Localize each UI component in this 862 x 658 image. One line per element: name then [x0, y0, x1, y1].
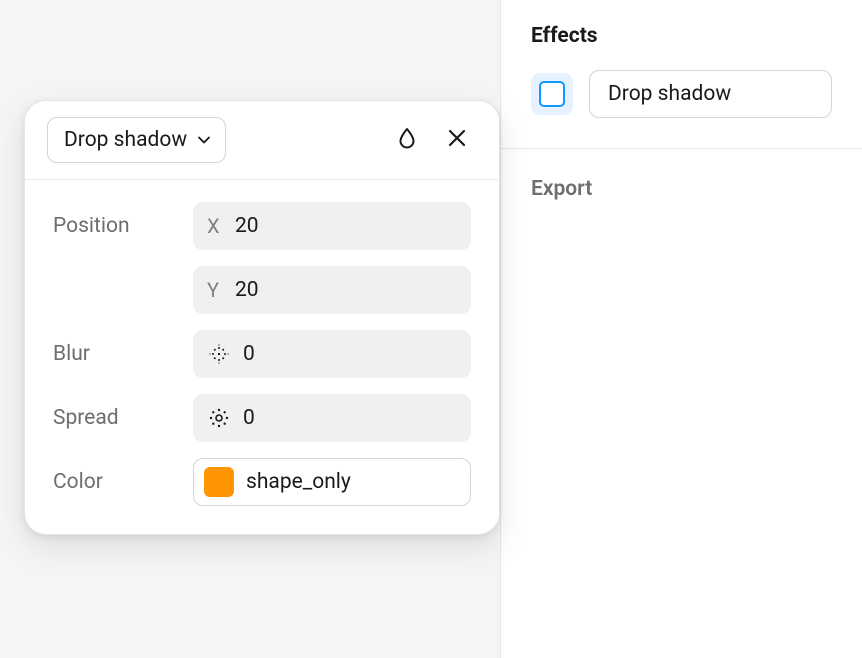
effect-type-select[interactable]: Drop shadow: [47, 117, 226, 163]
position-x-row: Position X 20: [53, 202, 471, 250]
droplet-icon: [395, 126, 419, 154]
effect-name-label: Drop shadow: [608, 82, 731, 106]
color-row: Color shape_only: [53, 458, 471, 506]
blur-row: Blur 0: [53, 330, 471, 378]
blur-icon: [207, 343, 231, 365]
close-popover-button[interactable]: [437, 120, 477, 160]
effects-row: Drop shadow: [531, 70, 832, 118]
effect-style-checkbox[interactable]: [531, 73, 573, 115]
export-section[interactable]: Export: [501, 149, 862, 229]
close-icon: [446, 127, 468, 153]
popover-body: Position X 20 Y 20 Blur: [25, 180, 499, 534]
color-swatch: [204, 467, 234, 497]
blur-label: Blur: [53, 342, 193, 366]
effect-name-field[interactable]: Drop shadow: [589, 70, 832, 118]
spread-icon: [207, 407, 231, 429]
blur-value: 0: [243, 342, 255, 366]
color-input[interactable]: shape_only: [193, 458, 471, 506]
color-label: Color: [53, 470, 193, 494]
blend-mode-button[interactable]: [387, 120, 427, 160]
chevron-down-icon: [197, 133, 211, 147]
position-y-prefix: Y: [207, 278, 223, 302]
spread-label: Spread: [53, 406, 193, 430]
blur-input[interactable]: 0: [193, 330, 471, 378]
effects-title: Effects: [531, 24, 832, 48]
checkbox-square-icon: [539, 81, 565, 107]
effect-settings-popover: Drop shadow Position X 20: [24, 100, 500, 535]
position-label: Position: [53, 214, 193, 238]
spread-input[interactable]: 0: [193, 394, 471, 442]
effect-type-label: Drop shadow: [64, 128, 187, 152]
spread-row: Spread 0: [53, 394, 471, 442]
position-y-row: Y 20: [53, 266, 471, 314]
position-y-value: 20: [235, 278, 259, 302]
position-x-value: 20: [235, 214, 259, 238]
position-y-input[interactable]: Y 20: [193, 266, 471, 314]
right-panel: Effects Drop shadow Export: [500, 0, 862, 658]
color-value-label: shape_only: [246, 470, 351, 494]
position-x-prefix: X: [207, 214, 223, 238]
spread-value: 0: [243, 406, 255, 430]
export-title: Export: [531, 177, 832, 201]
position-x-input[interactable]: X 20: [193, 202, 471, 250]
popover-header: Drop shadow: [25, 101, 499, 180]
effects-section: Effects Drop shadow: [501, 0, 862, 149]
